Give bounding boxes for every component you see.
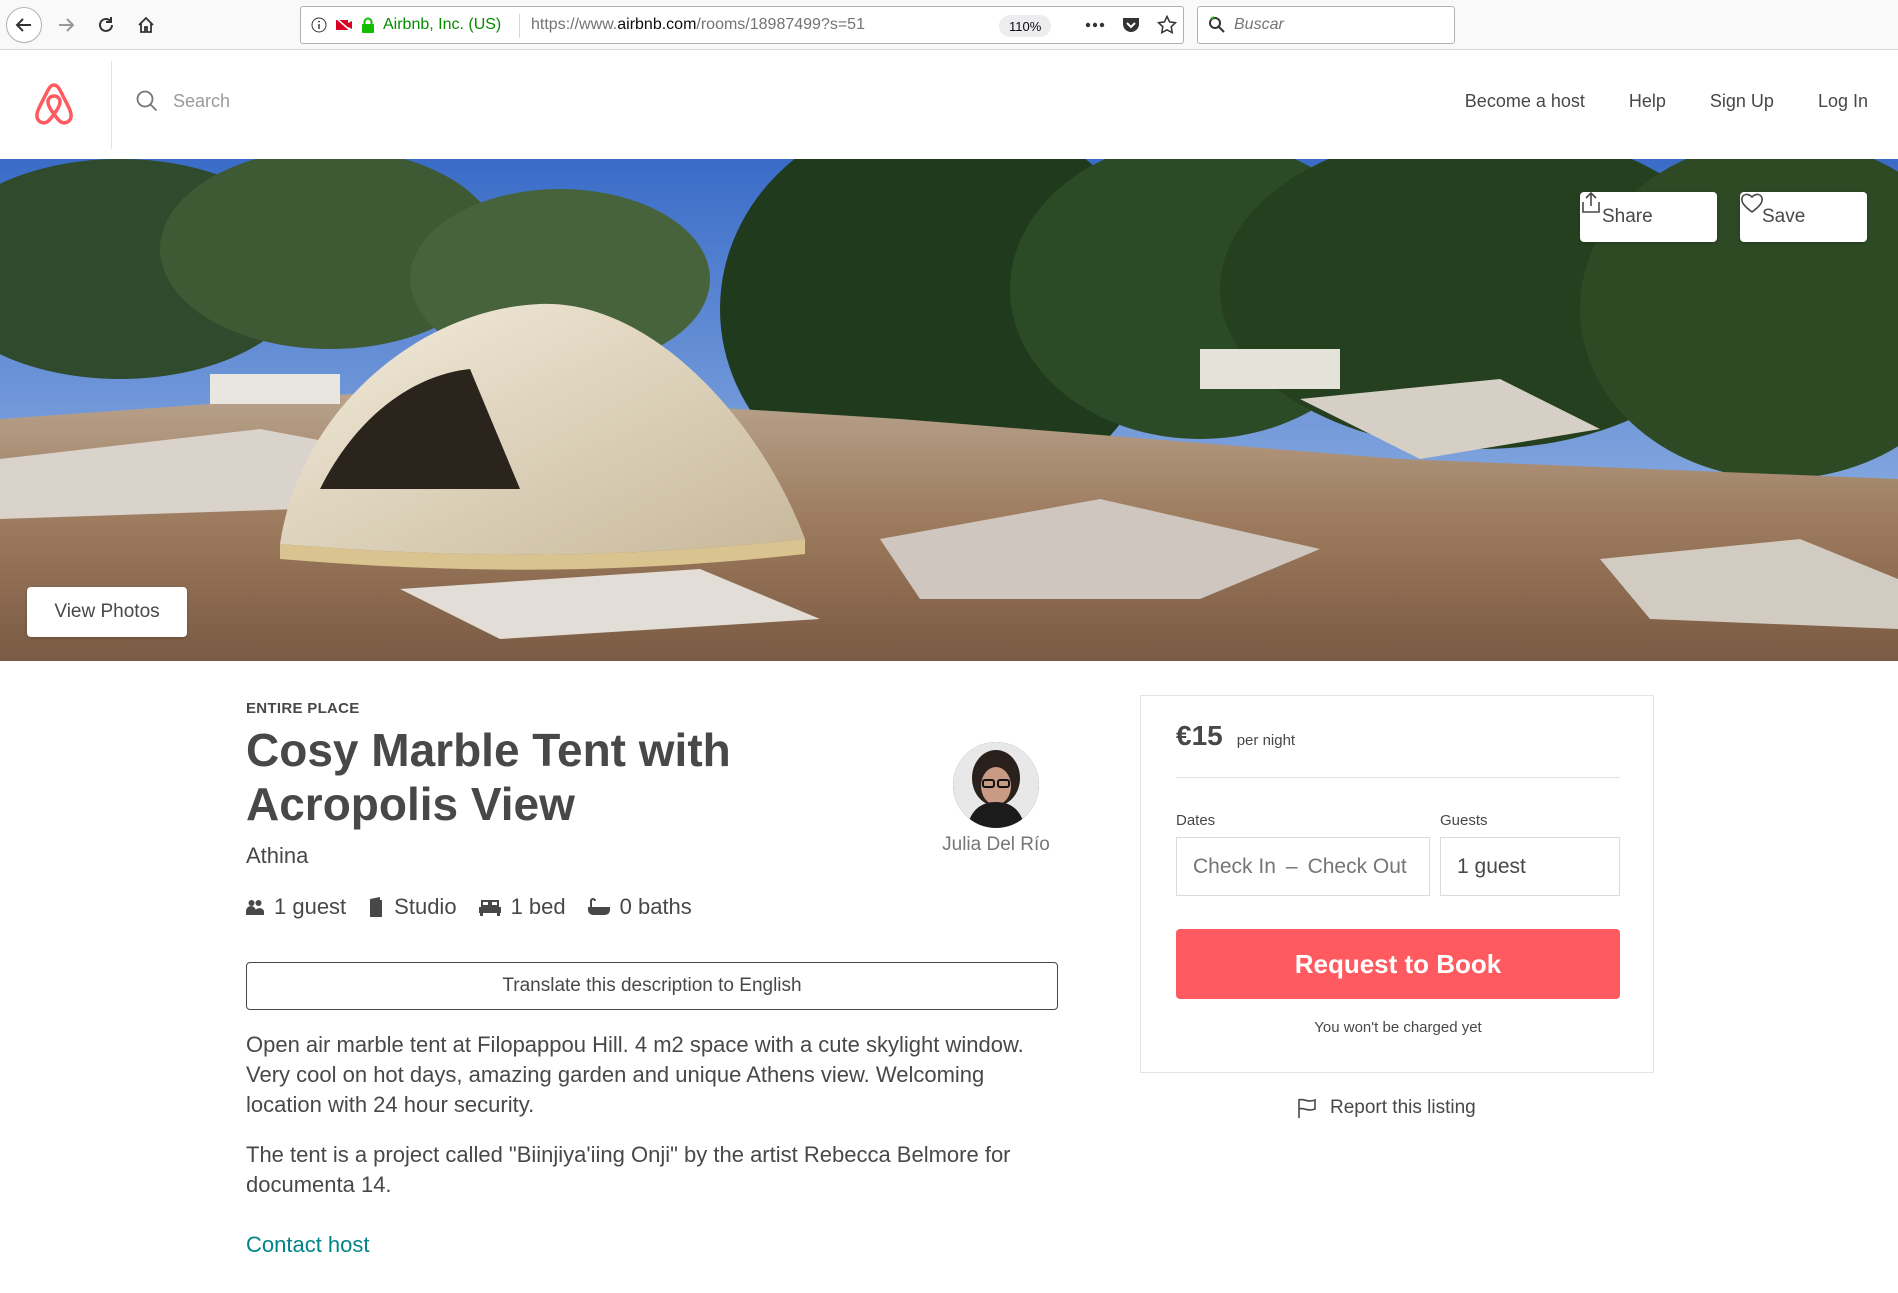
- arrow-left-icon: [15, 18, 31, 32]
- guests-select[interactable]: 1 guest: [1440, 837, 1620, 896]
- hero-photo[interactable]: Share Save View Photos: [0, 159, 1898, 661]
- site-search[interactable]: [135, 89, 473, 113]
- flag-icon: [1298, 1098, 1316, 1118]
- url-actions: [1085, 7, 1177, 43]
- host-avatar[interactable]: [953, 742, 1039, 828]
- amenity-guests: 1 guest: [246, 894, 346, 920]
- price-row: €15 per night: [1176, 720, 1295, 752]
- listing-details: ENTIRE PLACE Cosy Marble Tent with Acrop…: [246, 700, 1058, 1257]
- bed-icon: [478, 900, 501, 916]
- become-host-link[interactable]: Become a host: [1465, 91, 1585, 112]
- search-icon: [136, 90, 158, 112]
- amenities-row: 1 guest Studio 1 bed 0 baths: [246, 894, 692, 920]
- airbnb-logo-icon: [35, 83, 73, 125]
- booking-card: €15 per night Dates Guests Check In – Ch…: [1140, 695, 1654, 1073]
- check-out-field[interactable]: Check Out: [1308, 855, 1407, 879]
- report-listing-link[interactable]: Report this listing: [1296, 1097, 1476, 1119]
- share-label: Share: [1602, 206, 1653, 227]
- view-photos-button[interactable]: View Photos: [27, 587, 187, 637]
- share-icon: [1582, 192, 1600, 213]
- share-button[interactable]: Share: [1580, 192, 1717, 242]
- description-paragraph-1: Open air marble tent at Filopappou Hill.…: [246, 1032, 1024, 1117]
- host-name[interactable]: Julia Del Río: [936, 834, 1056, 856]
- pocket-icon[interactable]: [1121, 15, 1141, 35]
- dates-label: Dates: [1176, 812, 1216, 829]
- sign-up-link[interactable]: Sign Up: [1710, 91, 1774, 112]
- guests-icon: [246, 900, 264, 915]
- door-icon: [370, 897, 383, 917]
- header-divider: [111, 61, 112, 149]
- url-path: /rooms/18987499?s=51: [696, 16, 865, 33]
- listing-description: Open air marble tent at Filopappou Hill.…: [246, 1030, 1058, 1200]
- nightly-price: €15: [1176, 720, 1223, 751]
- amenity-room-label: Studio: [394, 894, 457, 919]
- info-icon: [311, 17, 327, 33]
- listing-title: Cosy Marble Tent with Acropolis View: [246, 724, 731, 830]
- url-bar[interactable]: Airbnb, Inc. (US) https://www. airbnb.com…: [300, 6, 1184, 44]
- host-avatar-image: [953, 742, 1039, 828]
- log-in-link[interactable]: Log In: [1818, 91, 1868, 112]
- heart-icon: [1741, 193, 1763, 214]
- home-icon: [138, 16, 154, 33]
- site-search-input[interactable]: [173, 90, 473, 112]
- per-night-label: per night: [1236, 732, 1296, 749]
- charge-note: You won't be charged yet: [1314, 1019, 1482, 1036]
- date-range-picker: Check In – Check Out: [1176, 837, 1430, 896]
- url-text[interactable]: https://www. airbnb.com/rooms/18987499?s=…: [531, 7, 865, 43]
- description-paragraph-2: The tent is a project called "Biinjiya'i…: [246, 1142, 1011, 1197]
- amenity-beds-label: 1 bed: [510, 894, 566, 919]
- bathtub-icon: [587, 898, 610, 915]
- reload-icon: [99, 17, 113, 32]
- back-button[interactable]: [6, 7, 42, 43]
- lock-icon: [362, 17, 374, 33]
- report-listing-label: Report this listing: [1330, 1097, 1476, 1118]
- check-in-field[interactable]: Check In: [1193, 855, 1276, 879]
- amenity-guests-label: 1 guest: [274, 894, 347, 919]
- reload-button[interactable]: [88, 7, 124, 43]
- host-profile[interactable]: Julia Del Río: [936, 742, 1056, 856]
- request-to-book-button[interactable]: Request to Book: [1176, 929, 1620, 999]
- save-label: Save: [1762, 206, 1806, 227]
- room-type: ENTIRE PLACE: [246, 700, 360, 717]
- help-link[interactable]: Help: [1629, 91, 1666, 112]
- amenity-baths-label: 0 baths: [619, 894, 692, 919]
- url-domain: airbnb.com: [617, 16, 697, 33]
- translate-button[interactable]: Translate this description to English: [246, 962, 1058, 1010]
- amenity-baths: 0 baths: [587, 894, 692, 920]
- airbnb-logo[interactable]: [33, 81, 75, 131]
- zoom-indicator[interactable]: 110%: [999, 15, 1052, 37]
- guests-label: Guests: [1440, 812, 1488, 829]
- url-separator: [519, 14, 520, 38]
- bookmark-star-icon[interactable]: [1157, 15, 1177, 35]
- search-engine-icon: [1209, 16, 1225, 33]
- card-divider: [1176, 777, 1620, 778]
- browser-toolbar: Airbnb, Inc. (US) https://www. airbnb.com…: [0, 0, 1898, 50]
- save-button[interactable]: Save: [1740, 192, 1867, 242]
- forward-button[interactable]: [48, 7, 84, 43]
- blocked-camera-icon: [335, 17, 353, 33]
- contact-host-link[interactable]: Contact host: [246, 1232, 370, 1258]
- amenity-beds: 1 bed: [478, 894, 566, 920]
- date-separator: –: [1285, 854, 1298, 878]
- site-header: Become a host Help Sign Up Log In: [0, 51, 1898, 159]
- header-nav: Become a host Help Sign Up Log In: [1465, 91, 1868, 112]
- more-actions-icon[interactable]: [1085, 22, 1105, 28]
- url-prefix: https://www.: [531, 16, 618, 33]
- site-identity-label: Airbnb, Inc. (US): [383, 16, 502, 33]
- arrow-right-icon: [59, 18, 75, 32]
- site-identity[interactable]: Airbnb, Inc. (US): [311, 7, 501, 43]
- home-button[interactable]: [128, 7, 164, 43]
- amenity-room: Studio: [368, 894, 457, 920]
- browser-search-bar[interactable]: [1197, 6, 1455, 44]
- browser-search-input[interactable]: [1234, 16, 1434, 34]
